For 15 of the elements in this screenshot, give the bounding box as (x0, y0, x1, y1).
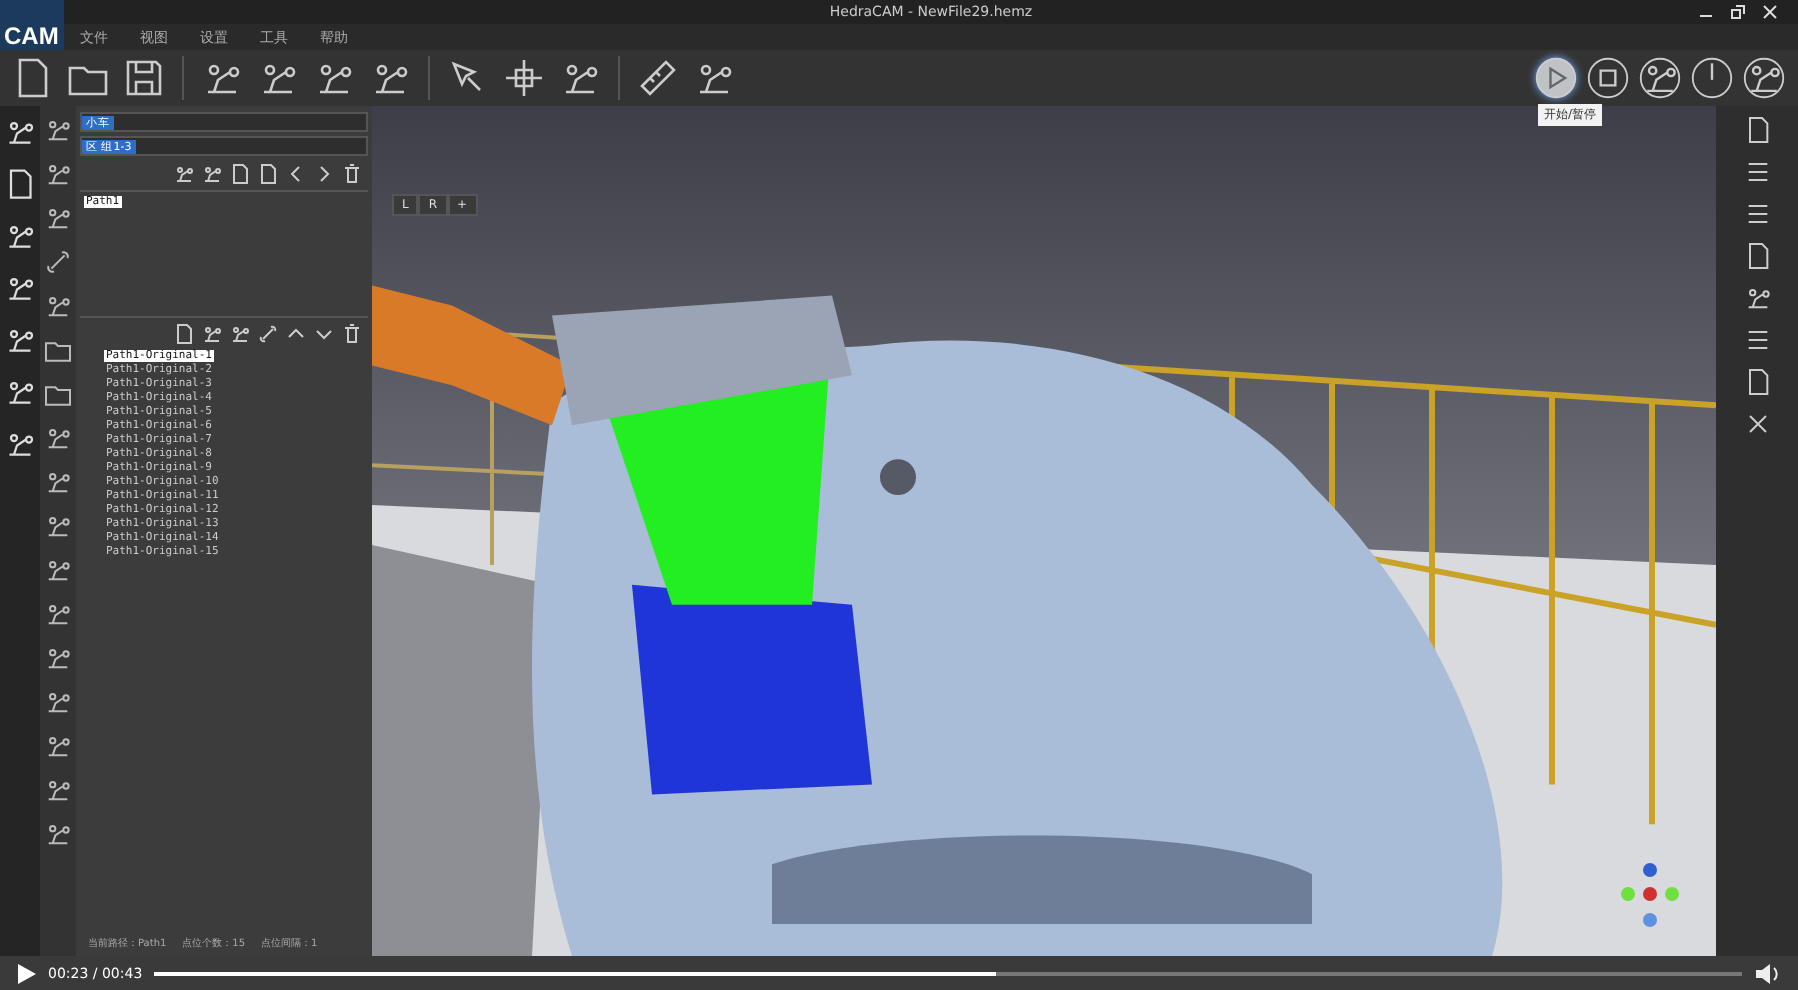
stop-icon[interactable] (1586, 56, 1630, 100)
trash-icon[interactable] (340, 322, 364, 346)
note-icon[interactable] (172, 322, 196, 346)
axis-gizmo-icon (1620, 860, 1680, 928)
play-icon[interactable] (16, 963, 36, 983)
play-icon[interactable] (1534, 56, 1578, 100)
trash-icon[interactable] (340, 162, 364, 186)
note-icon[interactable] (256, 162, 280, 186)
app-logo: CAM (0, 0, 64, 50)
note-icon[interactable] (228, 162, 252, 186)
close-icon[interactable] (1762, 4, 1778, 20)
power-icon[interactable] (1690, 56, 1734, 100)
move-icon[interactable] (500, 54, 548, 102)
volume-icon[interactable] (1754, 961, 1782, 985)
restore-icon[interactable] (1730, 4, 1746, 20)
